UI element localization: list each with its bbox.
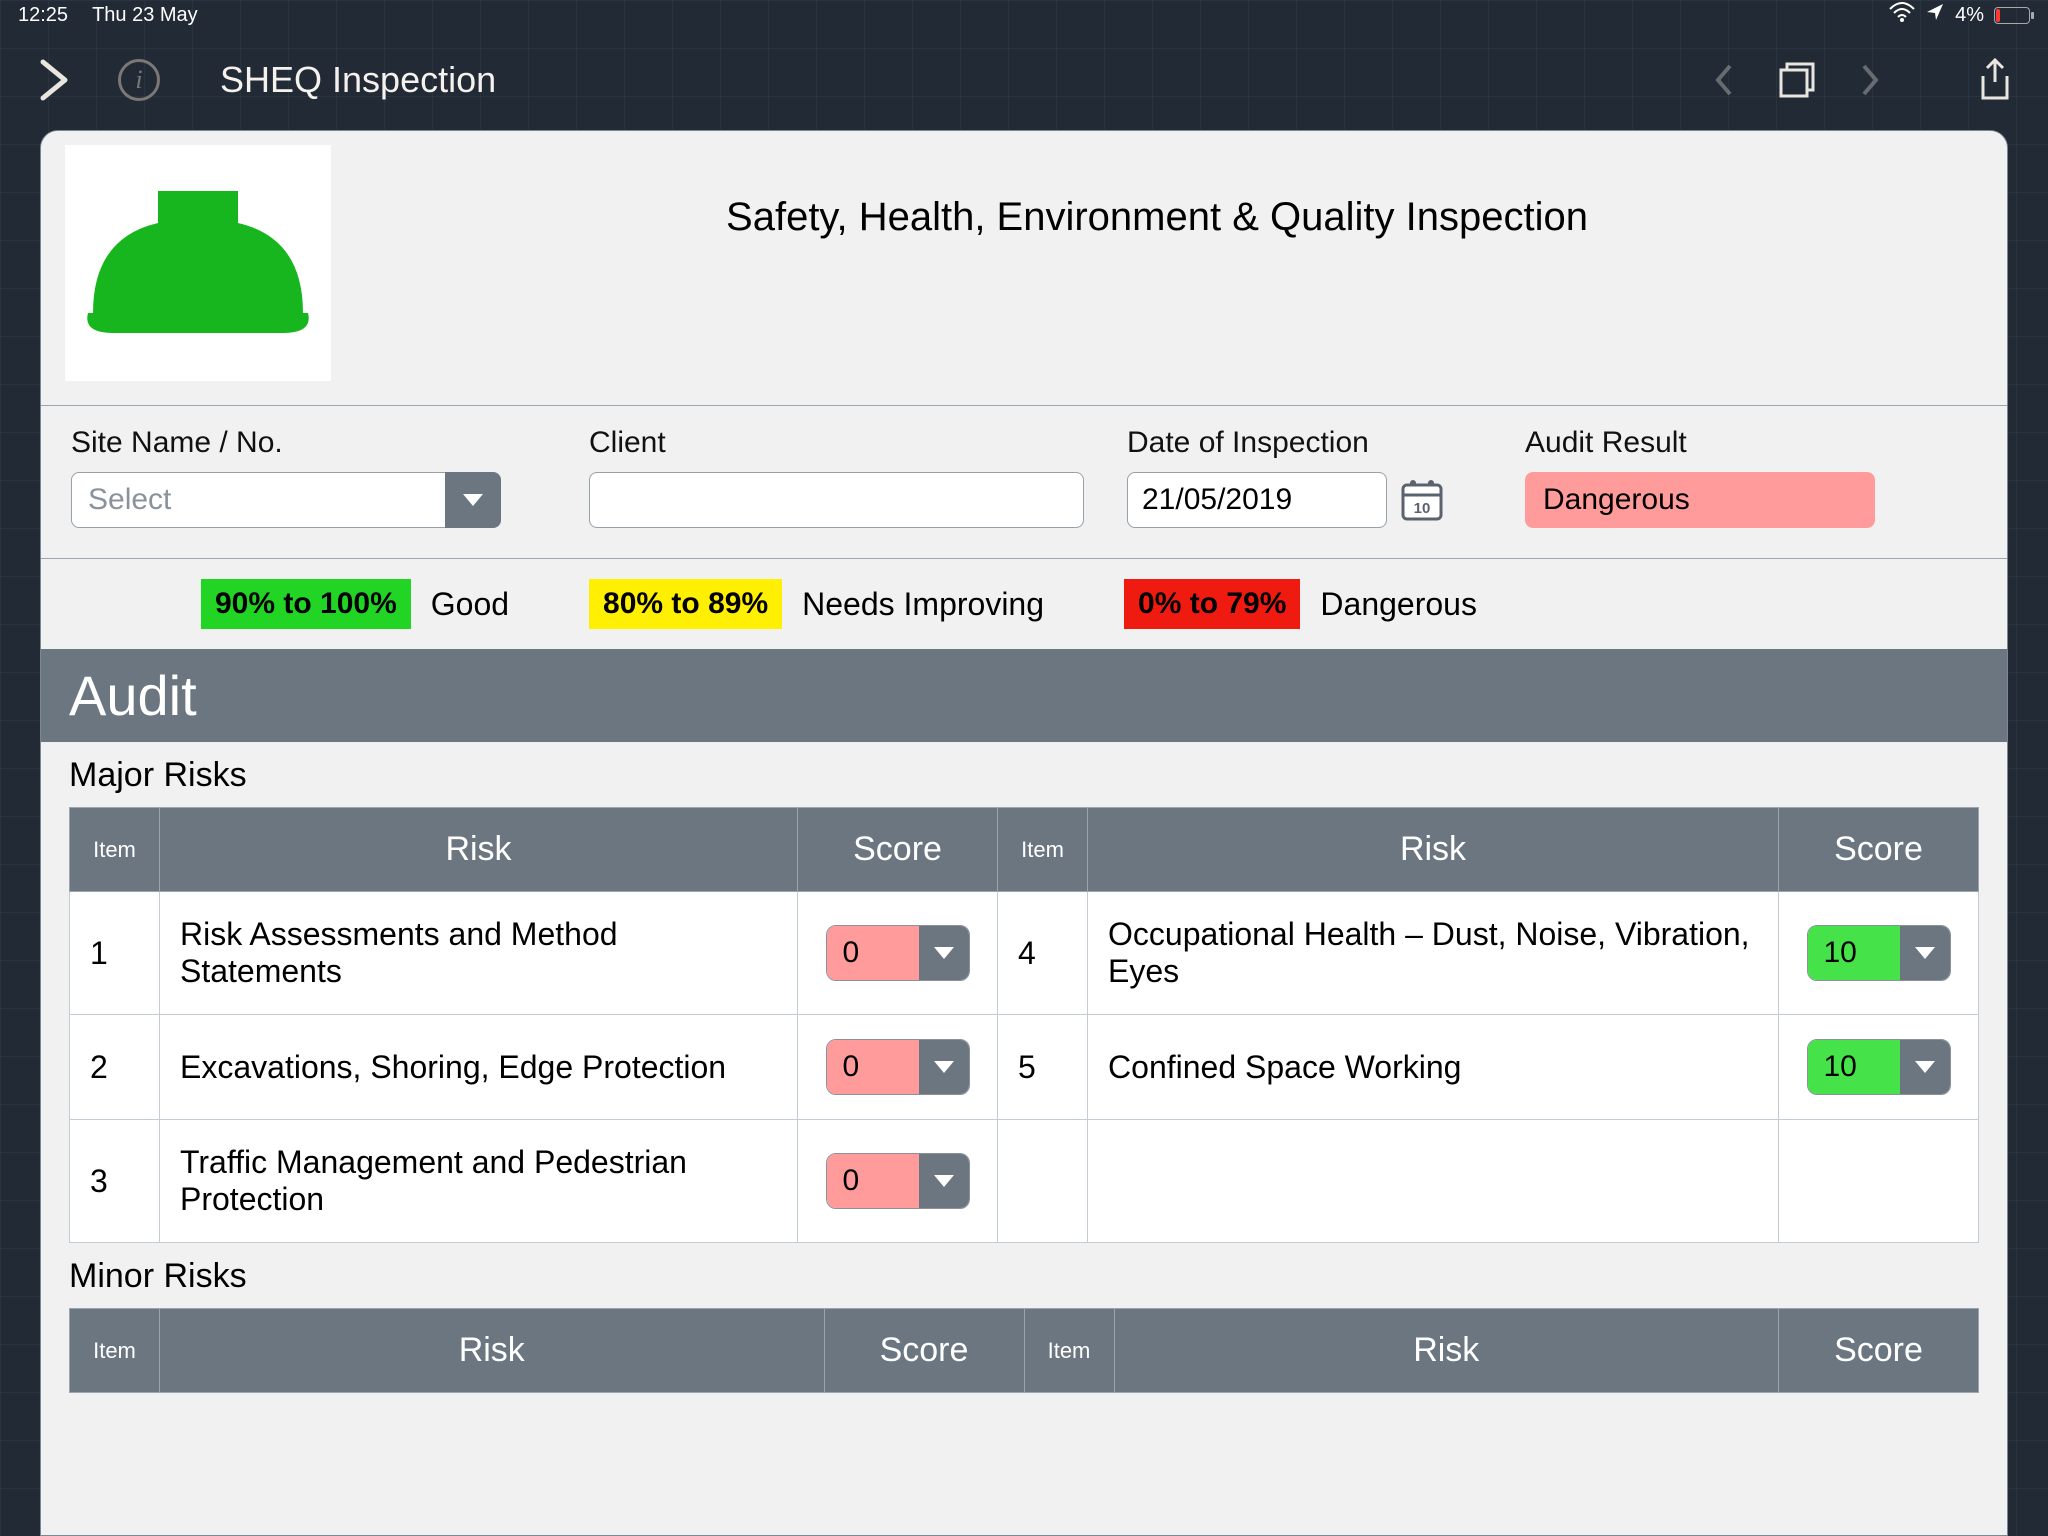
client-label: Client	[589, 426, 1109, 460]
major-risks-heading: Major Risks	[41, 742, 2007, 807]
th-score-2: Score	[1779, 808, 1979, 892]
legend-mid-range: 80% to 89%	[589, 579, 782, 629]
item-number: 2	[70, 1015, 160, 1120]
legend-mid: 80% to 89% Needs Improving	[589, 579, 1044, 629]
risk-name	[1088, 1120, 1779, 1243]
calendar-icon[interactable]: 10	[1399, 477, 1445, 523]
th-item: Item	[70, 1309, 160, 1393]
risk-name: Occupational Health – Dust, Noise, Vibra…	[1088, 892, 1779, 1015]
chevron-down-icon	[919, 1154, 969, 1208]
pages-icon[interactable]	[1774, 57, 1820, 103]
location-icon	[1925, 2, 1945, 28]
audit-result-badge: Dangerous	[1525, 472, 1875, 528]
item-number: 4	[998, 892, 1088, 1015]
date-field: Date of Inspection 21/05/2019 10	[1127, 426, 1507, 528]
th-risk-2: Risk	[1088, 808, 1779, 892]
th-item: Item	[70, 808, 160, 892]
item-number: 1	[70, 892, 160, 1015]
th-item-2: Item	[998, 808, 1088, 892]
share-button[interactable]	[1972, 57, 2018, 103]
score-value: 0	[827, 1154, 919, 1208]
item-number: 3	[70, 1120, 160, 1243]
chevron-down-icon	[1900, 926, 1950, 980]
table-row: 3Traffic Management and Pedestrian Prote…	[70, 1120, 1979, 1243]
risk-name: Confined Space Working	[1088, 1015, 1779, 1120]
audit-section-header: Audit	[41, 649, 2007, 742]
risk-name: Traffic Management and Pedestrian Protec…	[160, 1120, 798, 1243]
client-field: Client	[589, 426, 1109, 528]
status-date: Thu 23 May	[92, 4, 198, 27]
form-title: Safety, Health, Environment & Quality In…	[331, 195, 1983, 240]
score-select[interactable]: 0	[826, 925, 970, 981]
th-risk-2: Risk	[1114, 1309, 1779, 1393]
score-legend: 90% to 100% Good 80% to 89% Needs Improv…	[41, 559, 2007, 649]
score-select[interactable]: 10	[1807, 1039, 1951, 1095]
status-bar: 12:25 Thu 23 May 4%	[0, 0, 2048, 30]
legend-good-range: 90% to 100%	[201, 579, 411, 629]
site-field: Site Name / No. Select	[71, 426, 571, 528]
score-value: 0	[827, 1040, 919, 1094]
form-header: Safety, Health, Environment & Quality In…	[41, 131, 2007, 406]
score-select[interactable]: 10	[1807, 925, 1951, 981]
client-input[interactable]	[589, 472, 1084, 528]
item-number	[998, 1120, 1088, 1243]
form-card: Safety, Health, Environment & Quality In…	[40, 130, 2008, 1536]
th-score-2: Score	[1779, 1309, 1979, 1393]
risk-name: Excavations, Shoring, Edge Protection	[160, 1015, 798, 1120]
site-select-placeholder: Select	[88, 483, 171, 517]
page-title: SHEQ Inspection	[220, 59, 496, 101]
chevron-down-icon	[1900, 1040, 1950, 1094]
legend-bad-label: Dangerous	[1320, 586, 1477, 623]
score-select[interactable]: 0	[826, 1039, 970, 1095]
item-number: 5	[998, 1015, 1088, 1120]
hardhat-icon	[83, 183, 313, 343]
table-row: 1Risk Assessments and Method Statements …	[70, 892, 1979, 1015]
legend-bad-range: 0% to 79%	[1124, 579, 1300, 629]
date-label: Date of Inspection	[1127, 426, 1507, 460]
chevron-down-icon	[919, 926, 969, 980]
date-input[interactable]: 21/05/2019	[1127, 472, 1387, 528]
form-fields: Site Name / No. Select Client Date of In…	[41, 406, 2007, 559]
chevron-down-icon	[919, 1040, 969, 1094]
minor-risks-heading: Minor Risks	[41, 1243, 2007, 1308]
score-value: 10	[1808, 1040, 1900, 1094]
th-item-2: Item	[1024, 1309, 1114, 1393]
logo	[65, 145, 331, 381]
site-select[interactable]: Select	[71, 472, 501, 528]
chevron-down-icon	[445, 472, 501, 528]
score-value: 10	[1808, 926, 1900, 980]
result-label: Audit Result	[1525, 426, 1977, 460]
legend-good: 90% to 100% Good	[201, 579, 509, 629]
back-button[interactable]	[30, 56, 78, 104]
legend-good-label: Good	[431, 586, 509, 623]
th-risk: Risk	[160, 808, 798, 892]
wifi-icon	[1889, 2, 1915, 28]
result-field: Audit Result Dangerous	[1525, 426, 1977, 528]
info-icon[interactable]: i	[118, 59, 160, 101]
table-row: 2Excavations, Shoring, Edge Protection 0…	[70, 1015, 1979, 1120]
battery-icon	[1994, 7, 2030, 24]
legend-bad: 0% to 79% Dangerous	[1124, 579, 1477, 629]
next-page-button[interactable]	[1848, 57, 1894, 103]
score-select[interactable]: 0	[826, 1153, 970, 1209]
th-score: Score	[798, 808, 998, 892]
minor-risks-table: Item Risk Score Item Risk Score	[69, 1308, 1979, 1393]
score-value: 0	[827, 926, 919, 980]
svg-text:10: 10	[1414, 500, 1431, 517]
battery-percent: 4%	[1955, 4, 1984, 27]
status-time: 12:25	[18, 4, 68, 27]
prev-page-button[interactable]	[1700, 57, 1746, 103]
site-label: Site Name / No.	[71, 426, 571, 460]
th-risk: Risk	[160, 1309, 825, 1393]
major-risks-table: Item Risk Score Item Risk Score 1Risk As…	[69, 807, 1979, 1243]
app-navbar: i SHEQ Inspection	[0, 30, 2048, 130]
th-score: Score	[824, 1309, 1024, 1393]
legend-mid-label: Needs Improving	[802, 586, 1044, 623]
risk-name: Risk Assessments and Method Statements	[160, 892, 798, 1015]
